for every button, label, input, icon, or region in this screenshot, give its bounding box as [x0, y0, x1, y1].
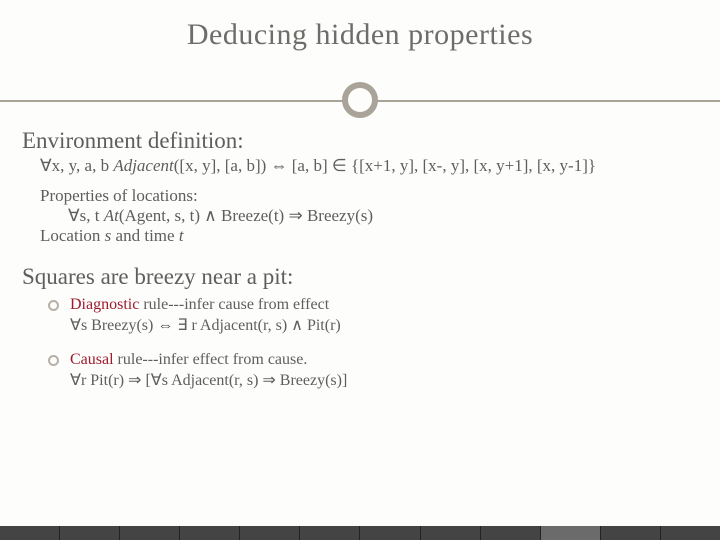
- location-line: Location s and time t: [40, 226, 698, 246]
- title-divider: [0, 82, 720, 122]
- props-formula-rest: (Agent, s, t) ∧ Breeze(t) ⇒ Breezy(s): [119, 206, 373, 225]
- nav-thumb[interactable]: [601, 526, 661, 540]
- title-area: Deducing hidden properties: [22, 18, 698, 118]
- content-area: Environment definition: ∀x, y, a, b Adja…: [22, 128, 698, 390]
- loc-t: t: [179, 226, 184, 245]
- causal-rule-item: Causal rule---infer effect from cause. ∀…: [48, 351, 698, 390]
- slide-nav-strip[interactable]: [0, 526, 720, 540]
- env-formula: ∀x, y, a, b Adjacent([x, y], [a, b]) ⇔ […: [40, 156, 698, 176]
- diagnostic-formula: ∀s Breezy(s) ⇔ ∃ r Adjacent(r, s) ∧ Pit(…: [70, 315, 698, 335]
- diagnostic-rule-item: Diagnostic rule---infer cause from effec…: [48, 296, 698, 335]
- properties-block: Properties of locations: ∀s, t At(Agent,…: [40, 186, 698, 246]
- squares-heading: Squares are breezy near a pit:: [22, 264, 698, 290]
- env-formula-prefix: ∀x, y, a, b: [40, 156, 113, 175]
- nav-thumb[interactable]: [481, 526, 541, 540]
- loc-b: and time: [111, 226, 179, 245]
- nav-thumb[interactable]: [0, 526, 60, 540]
- nav-thumb[interactable]: [421, 526, 481, 540]
- nav-thumb[interactable]: [360, 526, 420, 540]
- nav-thumb[interactable]: [120, 526, 180, 540]
- diagnostic-label: Diagnostic: [70, 296, 139, 313]
- nav-thumb[interactable]: [541, 526, 601, 540]
- env-heading: Environment definition:: [22, 128, 698, 154]
- props-formula-prefix: ∀s, t: [68, 206, 104, 225]
- causal-rule-text: Causal rule---infer effect from cause.: [70, 351, 698, 369]
- slide: Deducing hidden properties Environment d…: [0, 0, 720, 540]
- nav-thumb[interactable]: [180, 526, 240, 540]
- slide-title: Deducing hidden properties: [22, 18, 698, 52]
- env-formula-rest: ([x, y], [a, b]) ⇔ [a, b] ∈ {[x+1, y], […: [174, 156, 596, 175]
- nav-thumb[interactable]: [240, 526, 300, 540]
- loc-a: Location: [40, 226, 105, 245]
- nav-thumb[interactable]: [300, 526, 360, 540]
- env-formula-adjacent: Adjacent: [113, 156, 173, 175]
- properties-label: Properties of locations:: [40, 186, 698, 206]
- causal-formula: ∀r Pit(r) ⇒ [∀s Adjacent(r, s) ⇒ Breezy(…: [70, 370, 698, 390]
- nav-thumb[interactable]: [60, 526, 120, 540]
- divider-circle-icon: [342, 82, 378, 118]
- diagnostic-rule-text: Diagnostic rule---infer cause from effec…: [70, 296, 698, 314]
- bullet-icon: [48, 355, 59, 366]
- bullet-icon: [48, 300, 59, 311]
- causal-label: Causal: [70, 351, 114, 368]
- nav-thumb[interactable]: [661, 526, 720, 540]
- props-formula-at: At: [104, 206, 119, 225]
- diagnostic-rest: rule---infer cause from effect: [139, 296, 329, 313]
- causal-rest: rule---infer effect from cause.: [114, 351, 308, 368]
- properties-formula: ∀s, t At(Agent, s, t) ∧ Breeze(t) ⇒ Bree…: [68, 206, 698, 226]
- rule-list: Diagnostic rule---infer cause from effec…: [48, 296, 698, 390]
